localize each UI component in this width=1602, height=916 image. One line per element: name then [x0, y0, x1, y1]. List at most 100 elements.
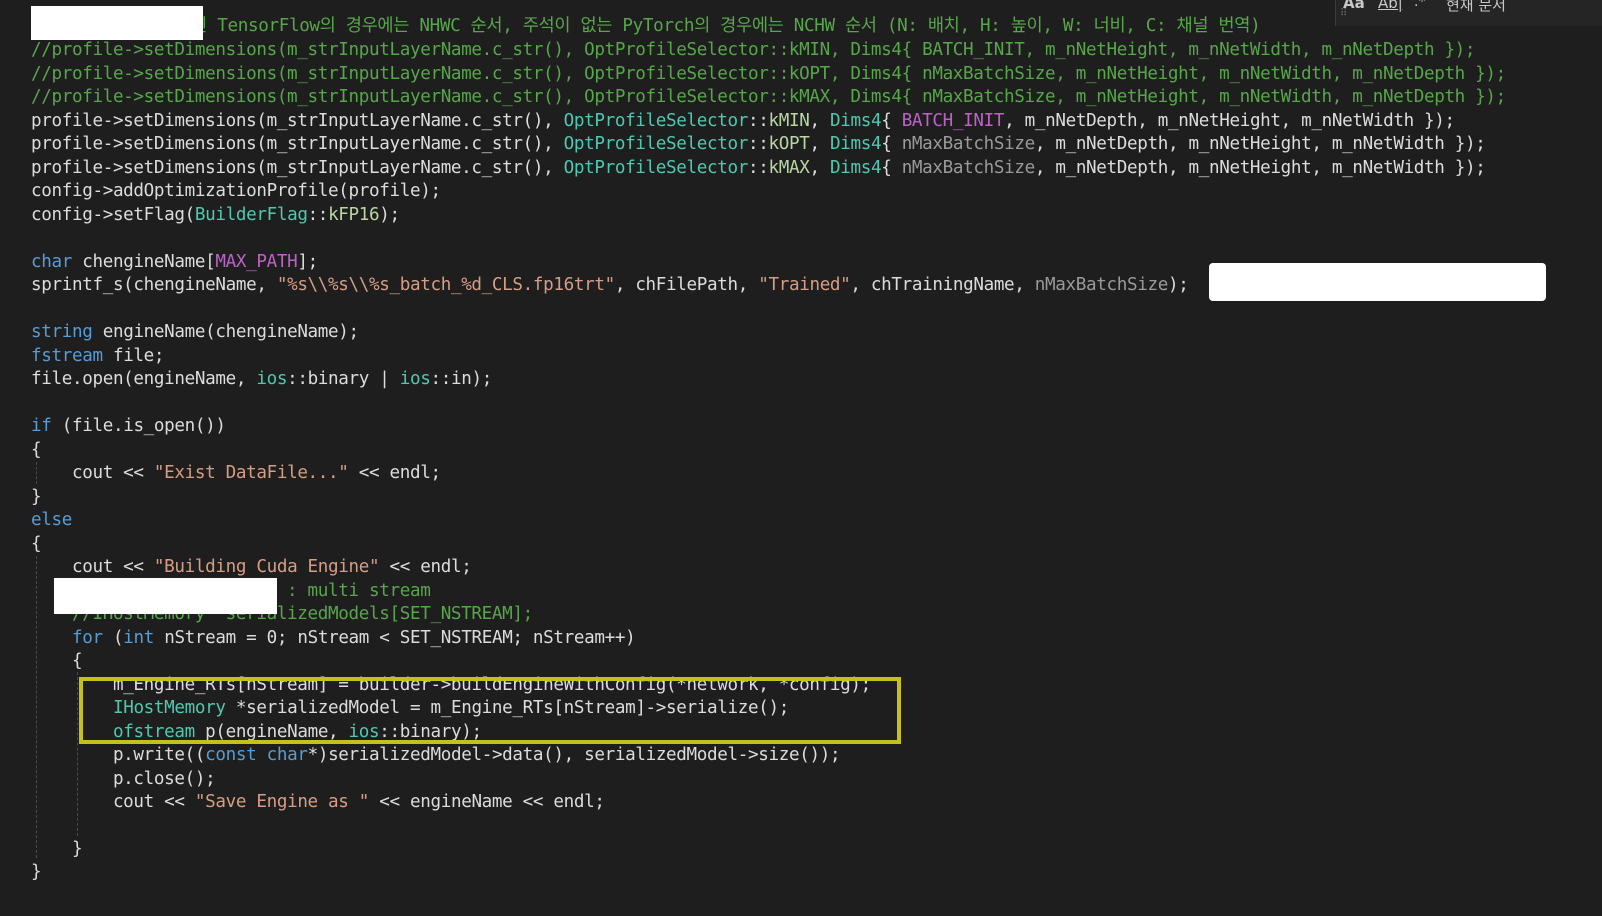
code-token: Dims4: [829, 134, 882, 154]
code-token: BATCH_INIT: [901, 111, 1005, 131]
code-token: char: [266, 745, 308, 765]
code-token: file;: [102, 346, 165, 366]
code-token: string: [31, 322, 93, 342]
code-token: kMAX: [768, 158, 810, 178]
code-token: {: [881, 111, 902, 131]
redaction-block: [31, 6, 203, 40]
code-token: config->setFlag(: [31, 205, 195, 225]
code-token: for: [71, 628, 103, 648]
code-token: kOPT: [768, 134, 810, 154]
code-line: //profile->setDimensions(m_strInputLayer…: [31, 62, 1506, 86]
indent-guide: [36, 462, 37, 484]
code-token: {: [31, 651, 83, 671]
code-line: }: [31, 485, 42, 509]
indent-guide: [77, 672, 78, 836]
code-token: << endl;: [348, 463, 441, 483]
code-line: file.open(engineName, ios::binary | ios:…: [31, 367, 492, 391]
code-line: config->addOptimizationProfile(profile);: [31, 179, 441, 203]
code-token: cout <<: [31, 463, 154, 483]
code-line: if (file.is_open()): [31, 414, 226, 438]
code-token: nMaxBatchSize: [901, 158, 1036, 178]
code-token: const: [205, 745, 257, 765]
code-token: << endl;: [379, 557, 472, 577]
code-token: "Building Cuda Engine": [153, 557, 380, 577]
code-token: ,: [809, 111, 830, 131]
code-token: {: [881, 134, 902, 154]
code-token: //profile->setDimensions(m_strInputLayer…: [31, 64, 1506, 84]
code-token: p.write((: [31, 745, 206, 765]
search-scope-select[interactable]: 현재 문서: [1446, 0, 1506, 16]
code-token: {: [881, 158, 902, 178]
code-token: profile->setDimensions(m_strInputLayerNa…: [31, 134, 564, 154]
code-token: Dims4: [829, 158, 882, 178]
code-token: , m_nNetDepth, m_nNetHeight, m_nNetWidth…: [1034, 158, 1486, 178]
code-token: ];: [297, 252, 318, 272]
code-token: fstream: [31, 346, 103, 366]
code-token: //profile->setDimensions(m_strInputLayer…: [31, 40, 1476, 60]
code-token: OptProfileSelector: [563, 134, 749, 154]
code-token: ::in);: [430, 369, 492, 389]
code-token: "Exist DataFile...": [153, 463, 349, 483]
code-token: chengineName[: [71, 252, 216, 272]
code-token: , m_nNetDepth, m_nNetHeight, m_nNetWidth…: [1034, 134, 1486, 154]
code-line: cout << "Exist DataFile..." << endl;: [31, 461, 441, 485]
code-token: ::: [747, 111, 769, 131]
code-line: p.write((const char*)serializedModel->da…: [31, 743, 841, 767]
code-line: {: [31, 532, 42, 556]
code-token: *)serializedModel->data(), serializedMod…: [307, 745, 841, 765]
match-whole-word-button[interactable]: Ab|: [1378, 0, 1403, 16]
regex-icon[interactable]: .*: [1414, 0, 1425, 16]
code-token: (: [102, 628, 124, 648]
match-case-button[interactable]: Aa: [1343, 0, 1365, 16]
redaction-block: [54, 578, 277, 614]
code-line: cout << "Save Engine as " << engineName …: [31, 790, 605, 814]
code-token: }: [31, 487, 42, 507]
code-line: config->setFlag(BuilderFlag::kFP16);: [31, 203, 400, 227]
code-token: "Trained": [758, 275, 851, 295]
code-line: profile->setDimensions(m_strInputLayerNa…: [31, 132, 1486, 156]
code-token: "Save Engine as ": [194, 792, 370, 812]
code-token: ::binary |: [287, 369, 400, 389]
code-token: p.close();: [31, 769, 216, 789]
code-token: MAX_PATH: [215, 252, 298, 272]
code-token: profile->setDimensions(m_strInputLayerNa…: [31, 111, 564, 131]
code-token: config->addOptimizationProfile(profile);: [31, 181, 441, 201]
code-editor[interactable]: 주석달린 TensorFlow의 경우에는 NHWC 순서, 주석이 없는 Py…: [0, 0, 1602, 916]
code-line: 주석달린 TensorFlow의 경우에는 NHWC 순서, 주석이 없는 Py…: [31, 14, 1261, 38]
code-token: , chFilePath,: [614, 275, 759, 295]
code-line: {: [31, 438, 42, 462]
code-token: int: [123, 628, 154, 648]
code-line: //profile->setDimensions(m_strInputLayer…: [31, 38, 1476, 62]
code-token: else: [31, 510, 72, 530]
code-token: nMaxBatchSize: [901, 134, 1036, 154]
highlight-box: [79, 677, 901, 744]
code-token: profile->setDimensions(m_strInputLayerNa…: [31, 158, 564, 178]
code-token: {: [31, 440, 42, 460]
code-token: ::: [307, 205, 329, 225]
code-token: if: [31, 416, 52, 436]
code-token: ios: [399, 369, 431, 389]
code-line: fstream file;: [31, 344, 165, 368]
code-token: kMIN: [768, 111, 810, 131]
code-line: else: [31, 508, 72, 532]
code-token: cout <<: [31, 792, 195, 812]
code-token: BuilderFlag: [194, 205, 308, 225]
code-token: ios: [256, 369, 288, 389]
code-token: 주석달린 TensorFlow의 경우에는 NHWC 순서, 주석이 없는 Py…: [31, 16, 1261, 36]
find-toolbar: ⠿ Aa Ab| .* 현재 문서: [1335, 0, 1602, 26]
code-line: char chengineName[MAX_PATH];: [31, 250, 318, 274]
code-token: kFP16: [328, 205, 380, 225]
code-line: p.close();: [31, 767, 216, 791]
code-token: OptProfileSelector: [563, 111, 749, 131]
code-token: {: [31, 534, 42, 554]
code-token: , chTrainingName,: [850, 275, 1035, 295]
code-token: nMaxBatchSize: [1034, 275, 1169, 295]
code-token: ::: [747, 158, 769, 178]
code-line: profile->setDimensions(m_strInputLayerNa…: [31, 156, 1486, 180]
code-token: //profile->setDimensions(m_strInputLayer…: [31, 87, 1506, 107]
code-token: cout <<: [31, 557, 154, 577]
code-token: char: [31, 252, 72, 272]
code-token: ,: [809, 134, 830, 154]
